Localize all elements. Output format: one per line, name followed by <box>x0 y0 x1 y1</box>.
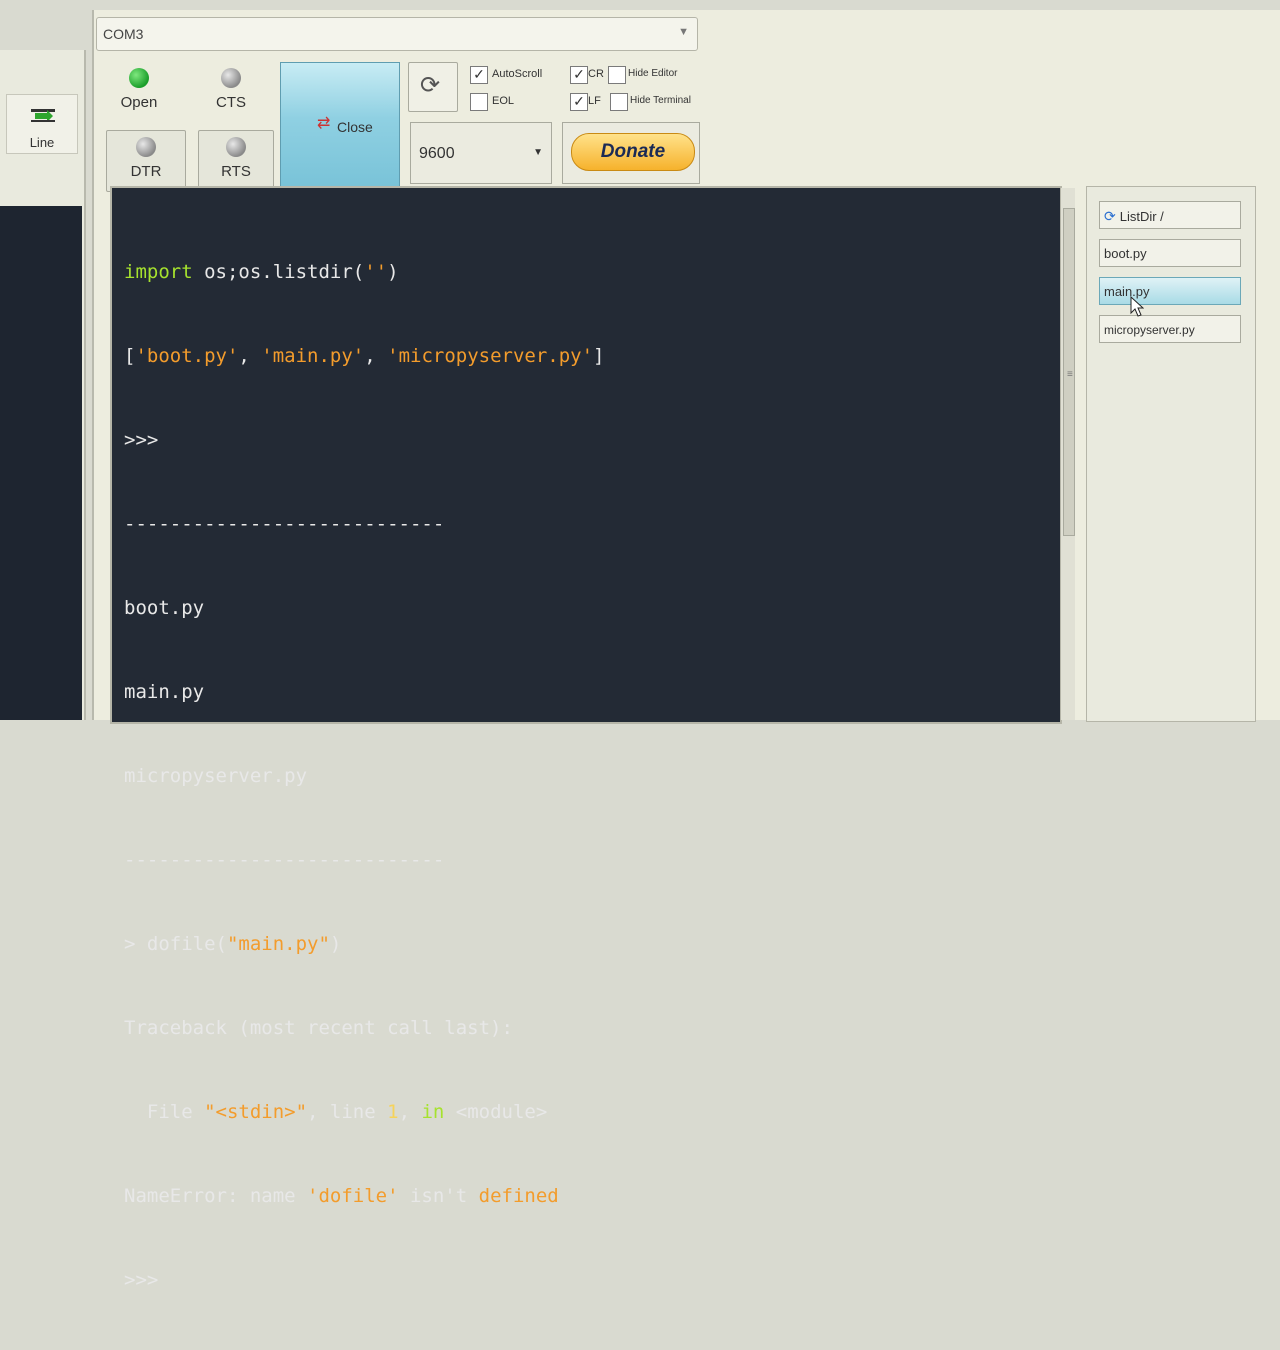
terminal-output[interactable]: import os;os.listdir('') ['boot.py', 'ma… <box>110 186 1062 1291</box>
close-label: Close <box>337 119 373 135</box>
hide-editor-label: Hide Editor <box>628 68 678 79</box>
scrollbar-thumb[interactable]: ≡ <box>1063 208 1075 536</box>
terminal-lines: import os;os.listdir('') ['boot.py', 'ma… <box>124 202 605 1350</box>
port-value: COM3 <box>103 26 144 42</box>
main-window: COM3 ▼ Open CTS DTR RTS ⇄ Close ⟳ ✓ Auto… <box>92 10 1280 1291</box>
cr-label: CR <box>588 68 604 80</box>
terminal-line: ['boot.py', 'main.py', 'micropyserver.py… <box>124 345 605 367</box>
listdir-label: ListDir / <box>1119 209 1164 224</box>
lf-checkbox[interactable]: ✓ <box>570 93 588 111</box>
left-window-strip: Line <box>0 50 86 720</box>
baud-rate-value: 9600 <box>419 145 455 162</box>
terminal-scrollbar[interactable]: ≡ <box>1060 188 1075 720</box>
left-terminal-area <box>0 206 82 720</box>
file-item-boot[interactable]: boot.py <box>1099 239 1241 267</box>
terminal-line: main.py <box>124 681 205 703</box>
donate-button[interactable]: Donate <box>571 133 695 171</box>
chevron-down-icon: ▼ <box>533 147 543 158</box>
disconnect-icon: ⇄ <box>317 115 331 132</box>
terminal-line: import os;os.listdir('') <box>124 261 399 283</box>
baud-rate-select[interactable]: 9600 ▼ <box>410 122 552 184</box>
port-select[interactable]: COM3 ▼ <box>96 17 698 51</box>
terminal-line: File "<stdin>", line 1, in <module> <box>124 1101 548 1123</box>
hide-terminal-label: Hide Terminal <box>630 95 691 106</box>
donate-container: Donate <box>562 122 700 184</box>
arrow-right-icon <box>31 109 55 122</box>
dtr-button[interactable]: DTR <box>106 130 186 192</box>
grey-led-icon <box>226 137 246 157</box>
refresh-icon: ⟳ <box>1104 208 1116 224</box>
line-button[interactable]: Line <box>6 94 78 154</box>
terminal-line: ---------------------------- <box>124 513 445 535</box>
rts-button[interactable]: RTS <box>198 130 274 192</box>
green-led-icon <box>129 68 149 88</box>
terminal-line: NameError: name 'dofile' isn't defined <box>124 1185 559 1207</box>
file-item-main[interactable]: main.py <box>1099 277 1241 305</box>
cts-indicator: CTS <box>206 68 256 111</box>
cr-checkbox[interactable]: ✓ <box>570 66 588 84</box>
open-label: Open <box>120 94 158 111</box>
line-label: Line <box>29 135 55 150</box>
eol-checkbox[interactable] <box>470 93 488 111</box>
file-panel: ⟳ ListDir / boot.py main.py micropyserver… <box>1086 186 1256 722</box>
open-indicator: Open <box>114 68 164 111</box>
hide-terminal-checkbox[interactable] <box>610 93 628 111</box>
refresh-button[interactable]: ⟳ <box>408 62 458 112</box>
terminal-line: ---------------------------- <box>124 849 445 871</box>
grey-led-icon <box>136 137 156 157</box>
lf-label: LF <box>588 95 601 107</box>
chevron-down-icon: ▼ <box>678 26 689 38</box>
terminal-line: micropyserver.py <box>124 765 308 787</box>
grip-icon: ≡ <box>1067 369 1073 380</box>
close-port-button[interactable]: ⇄ Close <box>280 62 400 188</box>
autoscroll-label: AutoScroll <box>492 68 543 80</box>
eol-label: EOL <box>492 95 515 107</box>
hide-editor-checkbox[interactable] <box>608 66 626 84</box>
autoscroll-checkbox[interactable]: ✓ <box>470 66 488 84</box>
refresh-icon: ⟳ <box>420 72 441 99</box>
cts-label: CTS <box>216 94 246 111</box>
grey-led-icon <box>221 68 241 88</box>
rts-label: RTS <box>221 163 251 180</box>
terminal-line: >>> <box>124 1269 159 1291</box>
file-item-micropyserver[interactable]: micropyserver.py <box>1099 315 1241 343</box>
mouse-cursor-icon <box>1130 296 1144 317</box>
listdir-button[interactable]: ⟳ ListDir / <box>1099 201 1241 229</box>
terminal-line: > dofile("main.py") <box>124 933 342 955</box>
dtr-label: DTR <box>130 163 162 180</box>
terminal-line: Traceback (most recent call last): <box>124 1017 513 1039</box>
terminal-line: boot.py <box>124 597 205 619</box>
terminal-line: >>> <box>124 429 159 451</box>
